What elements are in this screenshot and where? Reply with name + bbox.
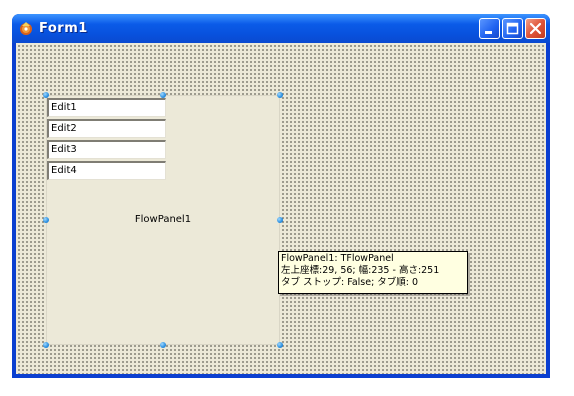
selection-handle-right[interactable]: [277, 217, 283, 223]
selection-handle-bottom[interactable]: [160, 342, 166, 348]
maximize-button[interactable]: [502, 18, 523, 39]
selection-handle-bottom-right[interactable]: [277, 342, 283, 348]
selection-handle-bottom-left[interactable]: [43, 342, 49, 348]
close-button[interactable]: [525, 18, 546, 39]
selection-handle-left[interactable]: [43, 217, 49, 223]
component-hint-tooltip: FlowPanel1: TFlowPanel 左上座標:29, 56; 幅:23…: [278, 251, 468, 294]
close-icon: [529, 22, 542, 35]
tooltip-line-tab: タブ ストップ: False; タブ順: 0: [281, 277, 419, 288]
tooltip-line-name: FlowPanel1: TFlowPanel: [281, 253, 394, 264]
title-bar[interactable]: Form1: [12, 14, 550, 43]
selection-handle-top-right[interactable]: [277, 92, 283, 98]
form-designer-surface[interactable]: Edit1 Edit2 Edit3 Edit4 FlowPanel1 FlowP…: [16, 43, 546, 374]
edit-1[interactable]: Edit1: [47, 98, 166, 117]
flowpanel[interactable]: Edit1 Edit2 Edit3 Edit4 FlowPanel1: [46, 95, 280, 345]
edit-2[interactable]: Edit2: [47, 119, 166, 138]
delphi-form-icon[interactable]: [18, 20, 34, 36]
minimize-icon: [485, 31, 492, 34]
minimize-button[interactable]: [479, 18, 500, 39]
selection-handle-top-left[interactable]: [43, 92, 49, 98]
selection-handle-top[interactable]: [160, 92, 166, 98]
tooltip-line-bounds: 左上座標:29, 56; 幅:235 - 高さ:251: [281, 265, 440, 276]
maximize-icon: [506, 22, 519, 35]
form-window: Form1 Edit1 Edit2 Edit3 Edit4 FlowPanel1: [12, 14, 550, 378]
edit-4[interactable]: Edit4: [47, 161, 166, 180]
flowpanel-caption: FlowPanel1: [134, 214, 192, 225]
edit-3[interactable]: Edit3: [47, 140, 166, 159]
window-title: Form1: [39, 21, 88, 36]
